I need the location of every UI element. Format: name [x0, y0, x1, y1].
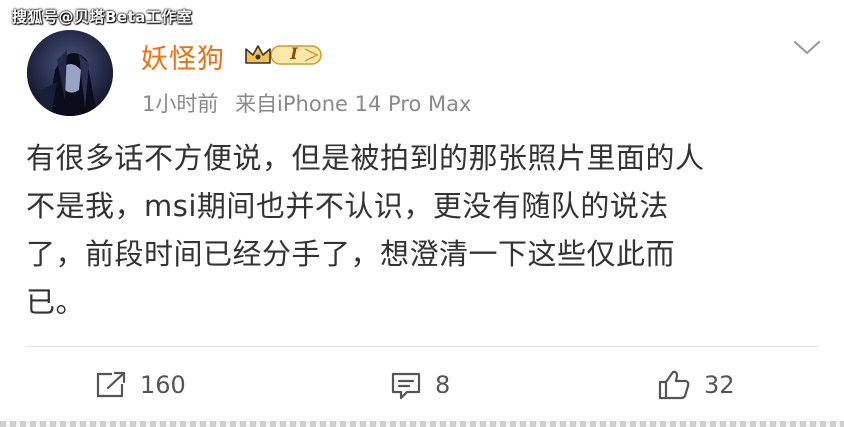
- comment-count: 8: [435, 371, 451, 399]
- post-time: 1小时前: [142, 92, 219, 116]
- avatar[interactable]: [27, 30, 113, 116]
- author-name[interactable]: 妖怪狗: [141, 37, 225, 76]
- like-icon: [658, 370, 690, 400]
- repost-count: 160: [140, 371, 186, 399]
- bottom-strip: [0, 421, 844, 427]
- content-line: 已。: [26, 285, 86, 319]
- like-count: 32: [704, 371, 735, 399]
- vip-badge[interactable]: [243, 41, 323, 69]
- crown-icon: [245, 45, 271, 64]
- comment-button[interactable]: 8: [389, 366, 450, 404]
- like-button[interactable]: 32: [656, 366, 735, 404]
- post-source: 来自iPhone 14 Pro Max: [235, 92, 472, 116]
- repost-icon: [96, 371, 126, 398]
- post-meta: 1小时前 来自iPhone 14 Pro Max: [142, 88, 471, 118]
- repost-button[interactable]: 160: [94, 366, 186, 404]
- chevron-down-icon[interactable]: [792, 38, 822, 58]
- content-line: 不是我，msi期间也并不认识，更没有随队的说法: [26, 189, 669, 223]
- vip-level: I: [290, 44, 298, 63]
- content-line: 了，前段时间已经分手了，想澄清一下这些仅此而: [26, 237, 676, 271]
- post-content: 有很多话不方便说，但是被拍到的那张照片里面的人 不是我，msi期间也并不认识，更…: [26, 134, 816, 326]
- watermark: 搜狐号@贝塔Beta工作室: [12, 8, 193, 26]
- divider: [26, 346, 818, 347]
- comment-icon: [391, 372, 421, 400]
- content-line: 有很多话不方便说，但是被拍到的那张照片里面的人: [26, 141, 705, 175]
